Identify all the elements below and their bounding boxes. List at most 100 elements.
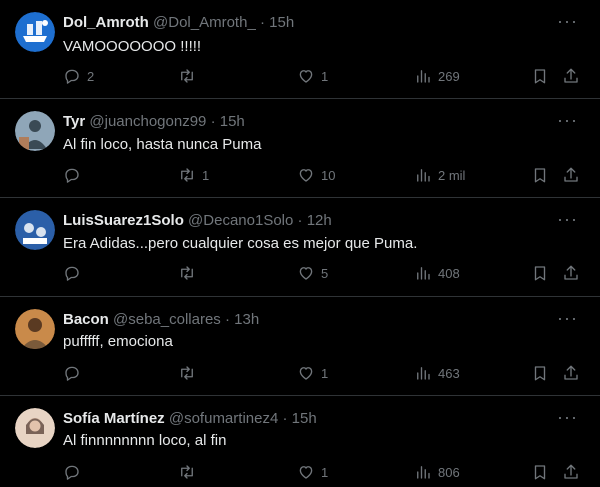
views-count: 269 xyxy=(438,68,460,84)
timestamp[interactable]: 12h xyxy=(307,212,332,229)
author-handle[interactable]: @Dol_Amroth_ xyxy=(153,14,256,31)
author-handle[interactable]: @Decano1Solo xyxy=(188,212,293,229)
timestamp[interactable]: 15h xyxy=(220,113,245,130)
bookmark-icon xyxy=(534,366,546,381)
reply-button[interactable] xyxy=(63,166,87,184)
reply-icon xyxy=(65,69,79,84)
retweet-button[interactable] xyxy=(178,463,202,481)
bookmark-button[interactable] xyxy=(531,67,549,85)
views-button[interactable]: 269 xyxy=(414,67,460,85)
like-button[interactable]: 1 xyxy=(297,364,328,382)
separator-dot: · xyxy=(282,410,288,427)
tweet-text: pufffff, emociona xyxy=(63,333,173,350)
tweet[interactable]: Sofía Martínez @sofumartinez4 · 15h ··· … xyxy=(0,396,600,487)
tweet[interactable]: Bacon @seba_collares · 13h ··· pufffff, … xyxy=(0,297,600,396)
heart-icon xyxy=(299,367,313,380)
author-name[interactable]: Dol_Amroth xyxy=(63,14,149,31)
author-name[interactable]: Tyr xyxy=(63,113,85,130)
bookmark-button[interactable] xyxy=(531,463,549,481)
more-icon[interactable]: ··· xyxy=(557,309,578,327)
reply-button[interactable] xyxy=(63,463,87,481)
bookmark-button[interactable] xyxy=(531,264,549,282)
heart-icon xyxy=(299,267,313,280)
author-name[interactable]: Sofía Martínez xyxy=(63,410,165,427)
retweet-button[interactable] xyxy=(178,364,202,382)
reply-feed: Dol_Amroth @Dol_Amroth_ · 15h ··· VAMOOO… xyxy=(0,0,600,487)
share-button[interactable] xyxy=(562,67,580,85)
share-button[interactable] xyxy=(562,364,580,382)
bookmark-icon xyxy=(534,168,546,183)
reply-icon xyxy=(65,366,79,381)
like-button[interactable]: 1 xyxy=(297,67,328,85)
more-icon[interactable]: ··· xyxy=(557,210,578,228)
heart-icon xyxy=(299,169,313,182)
like-count: 1 xyxy=(321,464,329,480)
author-name[interactable]: Bacon xyxy=(63,311,109,328)
like-count: 1 xyxy=(321,68,329,84)
tweet-text: VAMOOOOOOO !!!!! xyxy=(63,38,202,55)
views-count: 463 xyxy=(438,365,460,381)
reply-icon xyxy=(65,168,79,183)
avatar[interactable] xyxy=(15,408,55,448)
avatar[interactable] xyxy=(15,210,55,250)
share-button[interactable] xyxy=(562,463,580,481)
views-button[interactable]: 806 xyxy=(414,463,460,481)
views-count: 2 mil xyxy=(438,167,466,183)
share-icon xyxy=(564,68,578,83)
retweet-button[interactable] xyxy=(178,67,202,85)
retweet-count: 1 xyxy=(202,167,210,183)
retweet-button[interactable]: 1 xyxy=(178,166,209,184)
avatar[interactable] xyxy=(15,309,55,349)
tweet[interactable]: Tyr @juanchogonz99 · 15h ··· Al fin loco… xyxy=(0,99,600,198)
tweet-text: Al fin loco, hasta nunca Puma xyxy=(63,136,262,153)
like-button[interactable]: 10 xyxy=(297,166,335,184)
retweet-button[interactable] xyxy=(178,264,202,282)
avatar[interactable] xyxy=(15,111,55,151)
tweet[interactable]: LuisSuarez1Solo @Decano1Solo · 12h ··· E… xyxy=(0,198,600,297)
retweet-icon xyxy=(181,465,193,479)
avatar[interactable] xyxy=(15,12,55,52)
more-icon[interactable]: ··· xyxy=(557,111,578,129)
tweet[interactable]: Dol_Amroth @Dol_Amroth_ · 15h ··· VAMOOO… xyxy=(0,0,600,99)
heart-icon xyxy=(299,466,313,479)
heart-icon xyxy=(299,70,313,83)
separator-dot: · xyxy=(297,212,303,229)
views-button[interactable]: 2 mil xyxy=(414,166,465,184)
author-name[interactable]: LuisSuarez1Solo xyxy=(63,212,184,229)
bookmark-icon xyxy=(534,266,546,281)
views-icon xyxy=(417,70,430,83)
bookmark-icon xyxy=(534,69,546,84)
share-button[interactable] xyxy=(562,166,580,184)
like-button[interactable]: 5 xyxy=(297,264,328,282)
more-icon[interactable]: ··· xyxy=(557,12,578,30)
retweet-icon xyxy=(181,266,193,280)
share-button[interactable] xyxy=(562,264,580,282)
bookmark-button[interactable] xyxy=(531,166,549,184)
share-icon xyxy=(564,464,578,479)
more-icon[interactable]: ··· xyxy=(557,408,578,426)
views-button[interactable]: 408 xyxy=(414,264,460,282)
reply-icon xyxy=(65,465,79,480)
tweet-text: Era Adidas...pero cualquier cosa es mejo… xyxy=(63,235,418,252)
timestamp[interactable]: 15h xyxy=(269,14,294,31)
share-icon xyxy=(564,167,578,182)
like-count: 5 xyxy=(321,265,329,281)
reply-button[interactable] xyxy=(63,264,87,282)
like-button[interactable]: 1 xyxy=(297,463,328,481)
timestamp[interactable]: 13h xyxy=(234,311,259,328)
separator-dot: · xyxy=(224,311,230,328)
author-handle[interactable]: @juanchogonz99 xyxy=(89,113,206,130)
author-handle[interactable]: @sofumartinez4 xyxy=(169,410,278,427)
bookmark-button[interactable] xyxy=(531,364,549,382)
tweet-text: Al finnnnnnnn loco, al fin xyxy=(63,432,227,449)
timestamp[interactable]: 15h xyxy=(292,410,317,427)
retweet-icon xyxy=(181,168,193,182)
views-icon xyxy=(417,466,430,479)
reply-button[interactable] xyxy=(63,364,87,382)
like-count: 10 xyxy=(321,167,336,183)
reply-button[interactable]: 2 xyxy=(63,67,94,85)
author-handle[interactable]: @seba_collares xyxy=(113,311,221,328)
bookmark-icon xyxy=(534,465,546,480)
views-button[interactable]: 463 xyxy=(414,364,460,382)
reply-count: 2 xyxy=(87,68,95,84)
